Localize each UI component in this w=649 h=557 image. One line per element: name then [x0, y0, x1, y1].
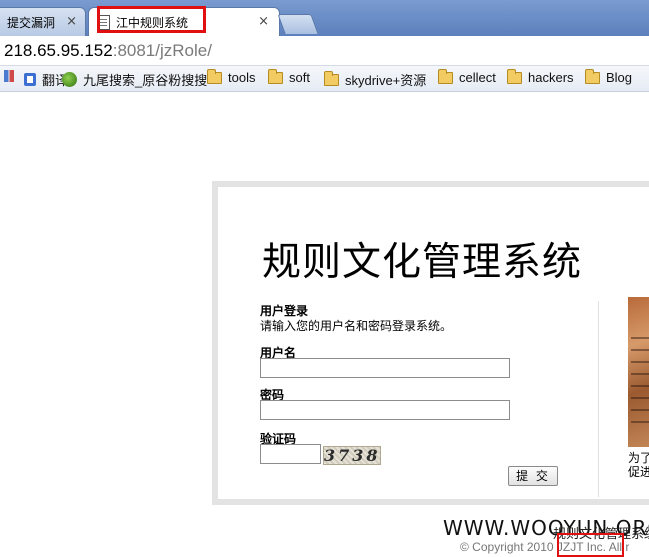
- bookmark-jiuwei-search[interactable]: 九尾搜索_原谷粉搜搜: [62, 70, 207, 89]
- folder-icon: [207, 68, 222, 84]
- bookmark-label: hackers: [528, 70, 574, 85]
- bookmark-cellect[interactable]: cellect: [438, 68, 496, 85]
- login-panel: 规则文化管理系统 用户登录 请输入您的用户名和密码登录系统。 用户名 密码 验证…: [212, 181, 649, 505]
- folder-icon: [324, 70, 339, 86]
- apps-icon: [4, 70, 14, 82]
- tab-title: 提交漏洞: [7, 15, 56, 30]
- bookmark-label: soft: [289, 70, 310, 85]
- new-tab-button[interactable]: [277, 14, 319, 34]
- captcha-image[interactable]: 3738: [323, 446, 381, 465]
- captcha-input[interactable]: [260, 444, 321, 464]
- login-section-description: 请输入您的用户名和密码登录系统。: [260, 319, 453, 333]
- url-host: 218.65.95.152: [4, 41, 113, 60]
- apps-button[interactable]: [4, 70, 20, 82]
- username-input[interactable]: [260, 358, 510, 378]
- bookmark-label: Blog: [606, 70, 633, 85]
- bookmark-skydrive[interactable]: skydrive+资源: [324, 70, 426, 89]
- translate-icon: [24, 73, 36, 86]
- folder-icon: [438, 68, 453, 84]
- tab-submit-vuln[interactable]: 提交漏洞 ×: [0, 7, 86, 36]
- highlight-box-tab: [97, 6, 206, 33]
- close-icon[interactable]: ×: [258, 14, 269, 29]
- bookmark-label: skydrive+资源: [345, 73, 427, 88]
- login-panel-body: 规则文化管理系统 用户登录 请输入您的用户名和密码登录系统。 用户名 密码 验证…: [218, 187, 649, 499]
- bookmark-soft[interactable]: soft: [268, 68, 310, 85]
- folder-icon: [507, 68, 522, 84]
- submit-button[interactable]: 提 交: [508, 466, 558, 486]
- side-text: 为了更 促进我: [628, 451, 649, 479]
- bookmark-label: tools: [228, 70, 256, 85]
- bookmark-hackers[interactable]: hackers: [507, 68, 574, 85]
- bookmark-label: cellect: [459, 70, 496, 85]
- folder-icon: [268, 68, 283, 84]
- close-icon[interactable]: ×: [66, 14, 77, 29]
- url-path: :8081/jzRole/: [112, 41, 212, 60]
- jiuwei-icon: [62, 72, 77, 87]
- highlight-box-copyright: [557, 533, 624, 557]
- panel-divider: [598, 301, 599, 497]
- url-text[interactable]: 218.65.95.152:8081/jzRole/: [4, 41, 212, 61]
- side-text-line: 促进我: [628, 465, 649, 479]
- bookmarks-bar: 翻译 九尾搜索_原谷粉搜搜 tools soft skydrive+资源 cel…: [0, 66, 649, 92]
- bookmark-tools[interactable]: tools: [207, 68, 256, 85]
- password-input[interactable]: [260, 400, 510, 420]
- system-title: 规则文化管理系统: [262, 240, 583, 285]
- bookmark-label: 九尾搜索_原谷粉搜搜: [83, 73, 208, 88]
- address-bar[interactable]: 218.65.95.152:8081/jzRole/: [0, 36, 649, 66]
- side-decoration-image: [628, 297, 649, 447]
- side-text-line: 为了更: [628, 451, 649, 465]
- folder-icon: [585, 68, 600, 84]
- bookmark-blog[interactable]: Blog: [585, 68, 633, 85]
